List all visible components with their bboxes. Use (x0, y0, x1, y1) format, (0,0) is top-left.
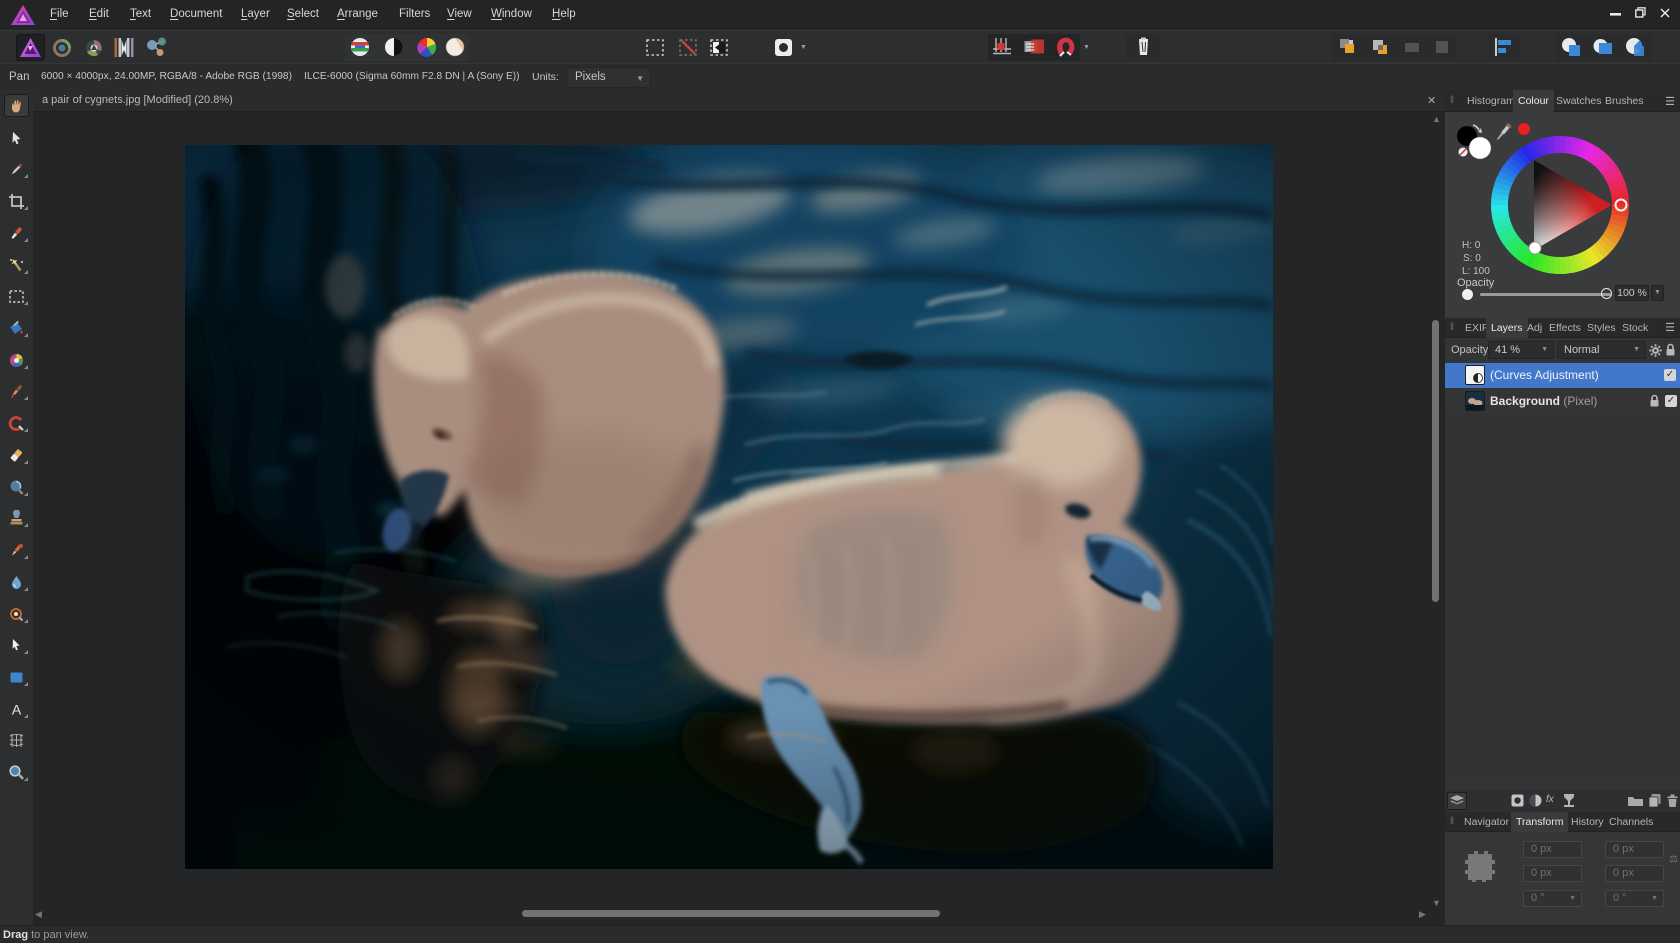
svg-text:A: A (12, 702, 22, 718)
